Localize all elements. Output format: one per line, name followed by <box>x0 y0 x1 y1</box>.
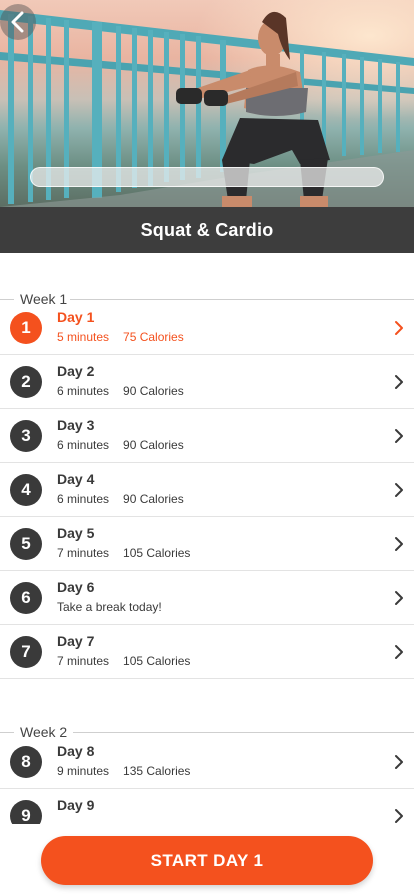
day-meta: 5 minutes 75 Calories <box>57 330 184 344</box>
day-meta: 6 minutes 90 Calories <box>57 438 184 452</box>
chevron-right-icon <box>395 429 403 443</box>
day-row[interactable]: 6 Day 6 Take a break today! <box>0 571 414 625</box>
day-row[interactable]: 2 Day 2 6 minutes 90 Calories <box>0 355 414 409</box>
day-meta: 6 minutes 90 Calories <box>57 384 184 398</box>
day-name: Day 6 <box>57 579 95 595</box>
back-button[interactable] <box>0 4 36 40</box>
chevron-right-icon <box>395 755 403 769</box>
week-header: Week 1 <box>0 253 414 307</box>
day-name: Day 7 <box>57 633 95 649</box>
day-number-badge: 6 <box>10 582 42 614</box>
day-row[interactable]: 4 Day 4 6 minutes 90 Calories <box>0 463 414 517</box>
chevron-right-icon <box>395 375 403 389</box>
day-duration: 6 minutes <box>57 438 110 452</box>
chevron-left-icon <box>11 11 24 33</box>
chevron-right-icon <box>395 645 403 659</box>
start-day-button[interactable]: START DAY 1 <box>41 836 373 885</box>
chevron-right-icon <box>395 591 403 605</box>
day-name: Day 3 <box>57 417 95 433</box>
day-number-badge: 4 <box>10 474 42 506</box>
workout-title: Squat & Cardio <box>140 219 274 240</box>
day-row[interactable]: 5 Day 5 7 minutes 105 Calories <box>0 517 414 571</box>
day-note: Take a break today! <box>57 600 162 614</box>
day-name: Day 8 <box>57 743 95 759</box>
day-duration: 6 minutes <box>57 384 110 398</box>
day-calories: 90 Calories <box>123 492 184 506</box>
hero-progress-bar <box>30 167 384 187</box>
day-meta: 9 minutes 135 Calories <box>57 764 190 778</box>
day-note-text: Take a break today! <box>57 600 162 614</box>
week-header: Week 2 <box>0 679 414 740</box>
day-calories: 105 Calories <box>123 654 191 668</box>
day-meta: 6 minutes 90 Calories <box>57 492 184 506</box>
day-duration: 5 minutes <box>57 330 110 344</box>
day-name: Day 9 <box>57 797 95 813</box>
day-row[interactable]: 8 Day 8 9 minutes 135 Calories <box>0 735 414 789</box>
day-row[interactable]: 3 Day 3 6 minutes 90 Calories <box>0 409 414 463</box>
hero-image <box>0 0 414 207</box>
day-duration: 6 minutes <box>57 492 110 506</box>
day-number-badge: 7 <box>10 636 42 668</box>
bottom-action-area: START DAY 1 <box>0 824 414 896</box>
day-calories: 90 Calories <box>123 384 184 398</box>
day-meta: 7 minutes 105 Calories <box>57 654 190 668</box>
chevron-right-icon <box>395 321 403 335</box>
day-list[interactable]: Week 1 1 Day 1 5 minutes 75 Calories 2 Day 2 6 … <box>0 253 414 828</box>
day-row[interactable]: 9 Day 9 <box>0 789 414 828</box>
day-calories: 105 Calories <box>123 546 191 560</box>
week-divider-right <box>70 299 414 300</box>
day-name: Day 5 <box>57 525 95 541</box>
day-number-badge: 3 <box>10 420 42 452</box>
week-divider-left <box>0 732 14 733</box>
week-divider-left <box>0 299 14 300</box>
day-duration: 7 minutes <box>57 546 110 560</box>
day-meta: 7 minutes 105 Calories <box>57 546 190 560</box>
day-name: Day 1 <box>57 309 95 325</box>
day-duration: 9 minutes <box>57 764 110 778</box>
day-calories: 90 Calories <box>123 438 184 452</box>
week-divider-right <box>73 732 414 733</box>
day-name: Day 4 <box>57 471 95 487</box>
day-calories: 75 Calories <box>123 330 184 344</box>
day-duration: 7 minutes <box>57 654 110 668</box>
chevron-right-icon <box>395 537 403 551</box>
day-number-badge: 1 <box>10 312 42 344</box>
day-number-badge: 8 <box>10 746 42 778</box>
title-bar: Squat & Cardio <box>0 207 414 253</box>
chevron-right-icon <box>395 809 403 823</box>
day-row[interactable]: 1 Day 1 5 minutes 75 Calories <box>0 301 414 355</box>
day-number-badge: 2 <box>10 366 42 398</box>
chevron-right-icon <box>395 483 403 497</box>
day-name: Day 2 <box>57 363 95 379</box>
day-row[interactable]: 7 Day 7 7 minutes 105 Calories <box>0 625 414 679</box>
day-calories: 135 Calories <box>123 764 191 778</box>
day-number-badge: 5 <box>10 528 42 560</box>
